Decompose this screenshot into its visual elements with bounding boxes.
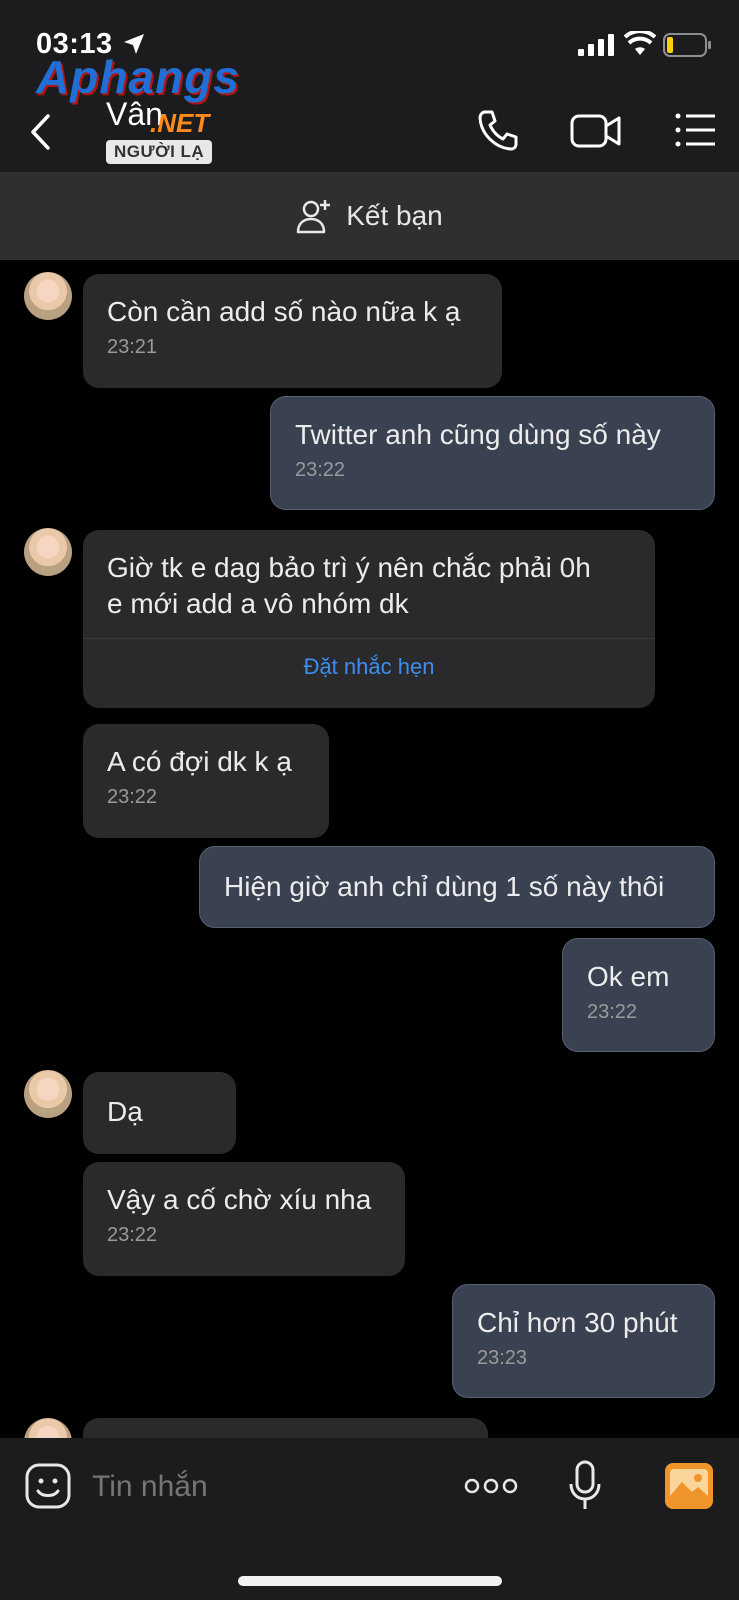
message-time: 23:23: [477, 1347, 528, 1369]
message-text: Vậy a cố chờ xíu nha: [107, 1184, 372, 1215]
message-input[interactable]: [92, 1466, 432, 1508]
photo-gallery-icon[interactable]: [664, 1462, 714, 1510]
message-text: Twitter anh cũng dùng số này: [295, 419, 661, 450]
message-text-line: Giờ tk e dag bảo trì ý nên chắc phải 0h: [107, 552, 591, 583]
contact-avatar[interactable]: [24, 528, 72, 576]
message-bubble-outgoing[interactable]: Hiện giờ anh chỉ dùng 1 số này thôi: [199, 846, 715, 928]
message-text: Hiện giờ anh chỉ dùng 1 số này thôi: [224, 871, 665, 902]
set-reminder-button[interactable]: Đặt nhắc hẹn: [83, 638, 655, 695]
message-bubble-incoming[interactable]: Dạ: [83, 1072, 236, 1154]
video-call-icon[interactable]: [570, 110, 622, 152]
watermark-logo: Aphangs: [36, 51, 240, 103]
battery-low-icon: [663, 33, 711, 57]
back-chevron-icon[interactable]: [28, 112, 54, 152]
message-text: A có đợi dk k ạ: [107, 746, 292, 777]
add-user-icon: [296, 200, 331, 234]
message-bubble-outgoing[interactable]: Chỉ hơn 30 phút 23:23: [452, 1284, 715, 1398]
microphone-icon[interactable]: [568, 1460, 602, 1512]
message-bubble-incoming[interactable]: Vậy a cố chờ xíu nha 23:22: [83, 1162, 405, 1276]
message-text: Dạ: [107, 1096, 143, 1127]
message-time: 23:22: [107, 1224, 158, 1246]
message-bubble-incoming[interactable]: A có đợi dk k ạ 23:22: [83, 724, 329, 838]
chat-menu-icon[interactable]: [674, 112, 716, 148]
message-time: 23:22: [295, 459, 346, 481]
more-options-icon[interactable]: [464, 1474, 518, 1498]
wifi-icon: [624, 31, 656, 55]
message-text: Còn cần add số nào nữa k ạ: [107, 296, 461, 327]
message-text: Ok em: [587, 961, 670, 992]
add-friend-label: Kết bạn: [346, 200, 443, 231]
message-time: 23:21: [107, 336, 158, 358]
cellular-signal-icon: [578, 34, 614, 56]
message-bubble-incoming[interactable]: Còn cần add số nào nữa k ạ 23:21: [83, 274, 502, 388]
contact-avatar[interactable]: [24, 272, 72, 320]
message-time: 23:22: [587, 1001, 638, 1023]
message-bubble-outgoing[interactable]: Twitter anh cũng dùng số này 23:22: [270, 396, 715, 510]
message-bubble-outgoing[interactable]: Ok em 23:22: [562, 938, 715, 1052]
watermark-logo-suffix: .NET: [150, 108, 210, 138]
message-time: 23:22: [107, 786, 158, 808]
home-indicator: [238, 1576, 502, 1586]
stranger-badge: NGƯỜI LẠ: [106, 140, 213, 164]
phone-call-icon[interactable]: [476, 108, 520, 152]
message-bubble-incoming[interactable]: Giờ tk e dag bảo trì ý nên chắc phải 0h …: [83, 530, 655, 708]
message-text: Chỉ hơn 30 phút: [477, 1307, 678, 1338]
contact-avatar[interactable]: [24, 1070, 72, 1118]
message-text-line: e mới add a vô nhóm dk: [107, 588, 409, 619]
sticker-emoji-icon[interactable]: [24, 1462, 72, 1510]
add-friend-bar[interactable]: Kết bạn: [0, 172, 739, 260]
